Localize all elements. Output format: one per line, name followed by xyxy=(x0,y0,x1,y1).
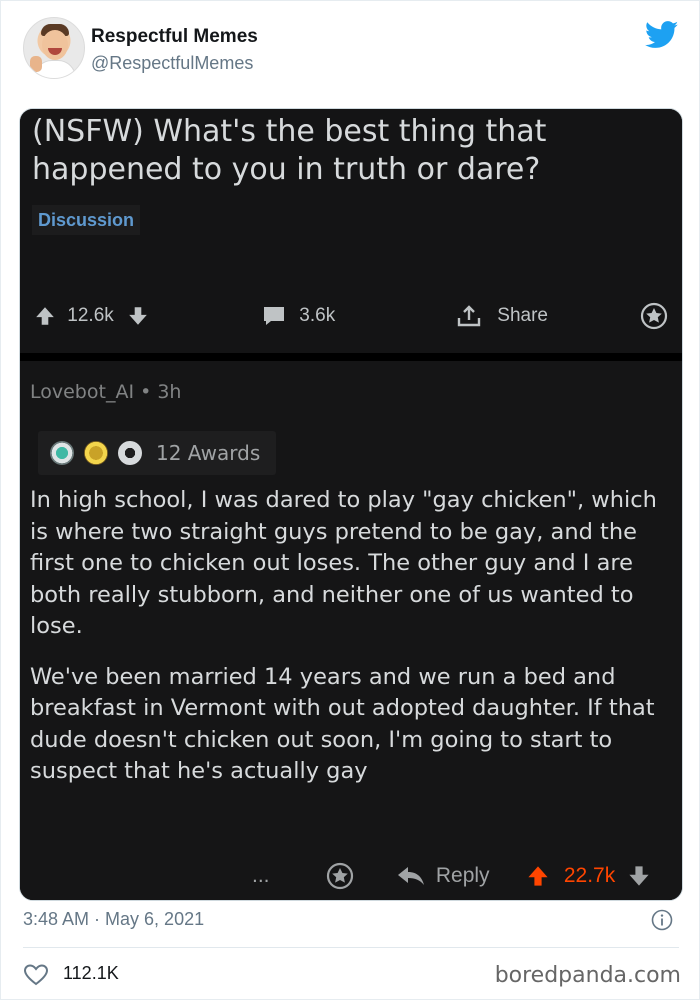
award-icon xyxy=(640,302,668,330)
share-label: Share xyxy=(497,305,548,326)
reply-button[interactable]: Reply xyxy=(396,856,490,896)
post-flair: Discussion xyxy=(32,205,141,235)
post-upvote-group: 12.6k xyxy=(34,299,149,333)
divider xyxy=(20,353,682,361)
award-icon xyxy=(326,863,354,890)
awards-badge[interactable]: 12 Awards xyxy=(38,431,276,475)
user-handle[interactable]: @RespectfulMemes xyxy=(91,53,253,74)
tweet-header: Respectful Memes @RespectfulMemes xyxy=(23,17,683,81)
comment-paragraph: We've been married 14 years and we run a… xyxy=(30,663,655,785)
downvote-icon[interactable] xyxy=(627,864,651,888)
like-count: 112.1K xyxy=(63,963,119,983)
reply-icon xyxy=(398,867,424,886)
upvote-icon[interactable] xyxy=(526,864,550,888)
more-options-button[interactable]: ... xyxy=(252,856,270,896)
post-comments-group: 3.6k xyxy=(262,299,335,333)
downvote-icon xyxy=(129,307,147,325)
comment-score: 22.7k xyxy=(563,864,616,887)
comment-icon xyxy=(264,306,284,325)
reddit-comment: Lovebot_AI • 3h 12 Awards In high school… xyxy=(20,361,682,900)
post-comment-count: 3.6k xyxy=(299,305,336,326)
comment-body: In high school, I was dared to play "gay… xyxy=(30,485,670,807)
comment-meta: Lovebot_AI • 3h xyxy=(30,381,182,403)
award-icon xyxy=(50,441,74,465)
comment-vote-group: 22.7k xyxy=(526,856,651,896)
divider xyxy=(23,947,679,948)
watermark: boredpanda.com xyxy=(494,963,681,988)
post-title: (NSFW) What's the best thing that happen… xyxy=(32,114,547,187)
upvote-icon xyxy=(36,307,54,325)
display-name[interactable]: Respectful Memes xyxy=(91,26,258,48)
heart-icon xyxy=(23,964,49,986)
twitter-bird-icon[interactable] xyxy=(645,21,679,49)
comment-paragraph: In high school, I was dared to play "gay… xyxy=(30,487,657,639)
reply-label: Reply xyxy=(435,864,490,887)
award-icon xyxy=(118,441,142,465)
comment-award-button[interactable] xyxy=(326,856,354,896)
post-upvote-count: 12.6k xyxy=(67,305,114,326)
embedded-screenshot[interactable]: (NSFW) What's the best thing that happen… xyxy=(19,108,683,901)
tweet-card: Respectful Memes @RespectfulMemes (NSFW)… xyxy=(0,0,700,1000)
comment-actions: ... Reply 22.7k xyxy=(20,856,682,896)
reddit-post: (NSFW) What's the best thing that happen… xyxy=(20,109,682,357)
awards-count: 12 Awards xyxy=(156,441,261,465)
award-icon xyxy=(84,441,108,465)
info-icon[interactable] xyxy=(651,909,673,931)
avatar[interactable] xyxy=(23,17,85,79)
share-icon xyxy=(457,305,481,327)
post-share-button[interactable]: Share xyxy=(456,299,548,333)
post-actions: 12.6k 3.6k Share xyxy=(20,299,682,333)
tweet-timestamp[interactable]: 3:48 AM · May 6, 2021 xyxy=(23,909,204,930)
post-award-button[interactable] xyxy=(640,299,668,333)
